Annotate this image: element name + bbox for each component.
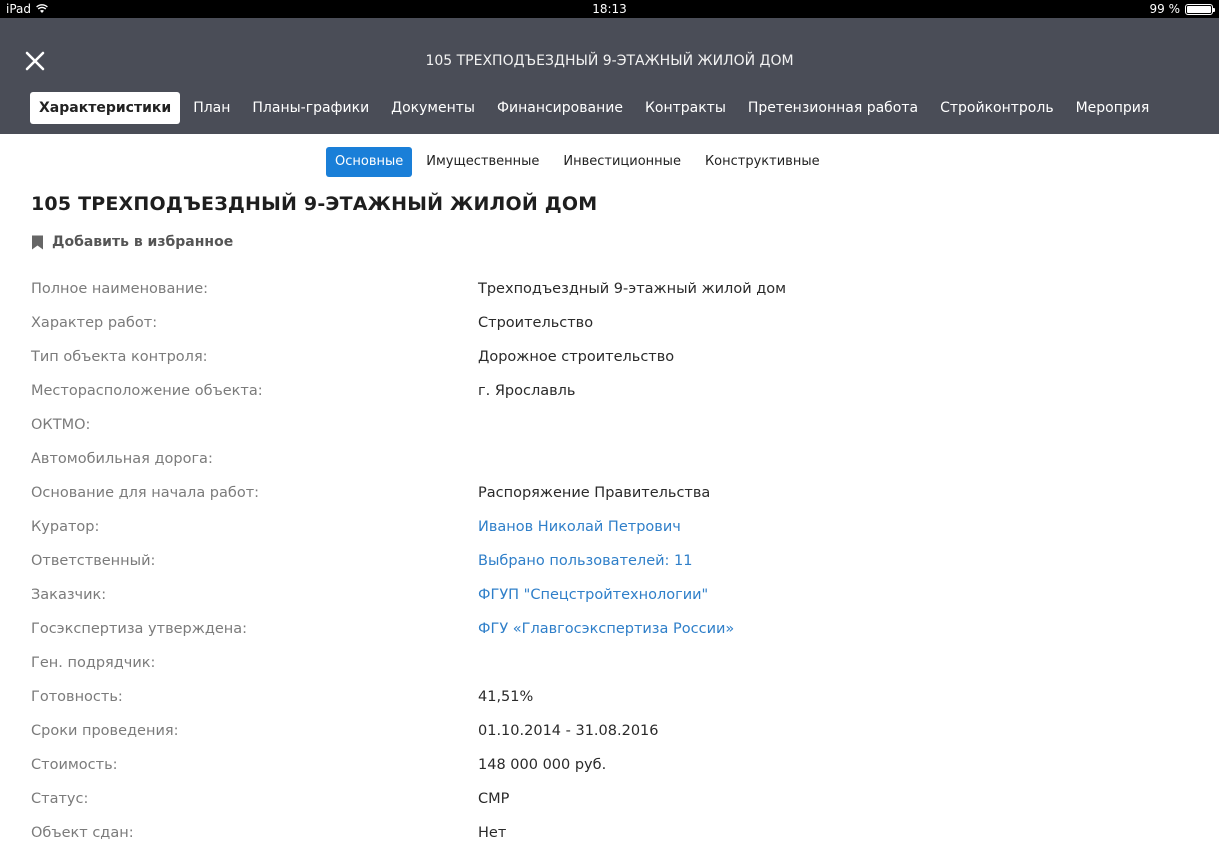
property-value: СМР bbox=[478, 791, 510, 807]
tab-financing[interactable]: Финансирование bbox=[486, 92, 634, 124]
tab-construction-control[interactable]: Стройконтроль bbox=[929, 92, 1064, 124]
property-row: Полное наименование: Трехподъездный 9-эт… bbox=[31, 272, 1191, 306]
property-value: Распоряжение Правительства bbox=[478, 485, 711, 501]
battery-icon bbox=[1185, 3, 1215, 15]
property-row: Основание для начала работ: Распоряжение… bbox=[31, 476, 1191, 510]
property-row: Ген. подрядчик: bbox=[31, 646, 1191, 680]
add-to-favorites-label: Добавить в избранное bbox=[52, 234, 234, 250]
property-row: ОКТМО: bbox=[31, 408, 1191, 442]
property-label: Тип объекта контроля: bbox=[31, 349, 208, 365]
tab-documents[interactable]: Документы bbox=[380, 92, 486, 124]
property-value: Трехподъездный 9-этажный жилой дом bbox=[478, 281, 787, 297]
subtab-investment[interactable]: Инвестиционные bbox=[551, 147, 693, 177]
bookmark-icon bbox=[32, 235, 43, 249]
page-title: 105 ТРЕХПОДЪЕЗДНЫЙ 9-ЭТАЖНЫЙ ЖИЛОЙ ДОМ bbox=[31, 193, 598, 215]
property-row: Сроки проведения: 01.10.2014 - 31.08.201… bbox=[31, 714, 1191, 748]
status-bar-right: 99 % bbox=[1149, 2, 1215, 16]
tab-events[interactable]: Мероприя bbox=[1065, 92, 1161, 124]
property-label: Сроки проведения: bbox=[31, 723, 179, 739]
tab-schedules[interactable]: Планы-графики bbox=[241, 92, 380, 124]
subtab-property[interactable]: Имущественные bbox=[414, 147, 551, 177]
property-value: 41,51% bbox=[478, 689, 534, 705]
property-row: Ответственный: Выбрано пользователей: 11 bbox=[31, 544, 1191, 578]
property-row: Статус: СМР bbox=[31, 782, 1191, 816]
tab-plan[interactable]: План bbox=[182, 92, 241, 124]
property-label: Ответственный: bbox=[31, 553, 156, 569]
status-bar: iPad 18:13 99 % bbox=[0, 0, 1219, 18]
status-time: 18:13 bbox=[592, 2, 627, 16]
property-label: Госэкспертиза утверждена: bbox=[31, 621, 248, 637]
property-row: Заказчик: ФГУП "Спецстройтехнологии" bbox=[31, 578, 1191, 612]
app-header: 105 ТРЕХПОДЪЕЗДНЫЙ 9-ЭТАЖНЫЙ ЖИЛОЙ ДОМ Х… bbox=[0, 18, 1219, 134]
property-label: Автомобильная дорога: bbox=[31, 451, 213, 467]
property-value: 148 000 000 руб. bbox=[478, 757, 607, 773]
property-label: Куратор: bbox=[31, 519, 100, 535]
properties-list: Полное наименование: Трехподъездный 9-эт… bbox=[31, 272, 1191, 850]
property-label: Характер работ: bbox=[31, 315, 158, 331]
tab-claims[interactable]: Претензионная работа bbox=[737, 92, 929, 124]
curator-link[interactable]: Иванов Николай Петрович bbox=[478, 519, 681, 535]
responsible-users-link[interactable]: Выбрано пользователей: 11 bbox=[478, 553, 693, 569]
subtab-main[interactable]: Основные bbox=[326, 147, 413, 177]
property-label: Статус: bbox=[31, 791, 89, 807]
property-label: Заказчик: bbox=[31, 587, 107, 603]
property-value: Строительство bbox=[478, 315, 594, 331]
property-label: Ген. подрядчик: bbox=[31, 655, 156, 671]
property-label: Объект сдан: bbox=[31, 825, 134, 841]
property-row: Госэкспертиза утверждена: ФГУ «Главгосэк… bbox=[31, 612, 1191, 646]
property-label: Месторасположение объекта: bbox=[31, 383, 263, 399]
battery-percent: 99 % bbox=[1149, 2, 1181, 16]
tab-characteristics[interactable]: Характеристики bbox=[30, 92, 181, 124]
property-label: Стоимость: bbox=[31, 757, 118, 773]
subtab-structural[interactable]: Конструктивные bbox=[693, 147, 832, 177]
property-label: ОКТМО: bbox=[31, 417, 91, 433]
tab-contracts[interactable]: Контракты bbox=[634, 92, 737, 124]
property-row: Месторасположение объекта: г. Ярославль bbox=[31, 374, 1191, 408]
header-title: 105 ТРЕХПОДЪЕЗДНЫЙ 9-ЭТАЖНЫЙ ЖИЛОЙ ДОМ bbox=[425, 53, 794, 69]
property-label: Готовность: bbox=[31, 689, 123, 705]
property-row: Готовность: 41,51% bbox=[31, 680, 1191, 714]
property-row: Автомобильная дорога: bbox=[31, 442, 1191, 476]
sub-tabs: Основные Имущественные Инвестиционные Ко… bbox=[326, 147, 832, 177]
property-row: Куратор: Иванов Николай Петрович bbox=[31, 510, 1191, 544]
property-value: Дорожное строительство bbox=[478, 349, 675, 365]
property-value: г. Ярославль bbox=[478, 383, 576, 399]
property-label: Основание для начала работ: bbox=[31, 485, 260, 501]
property-row: Тип объекта контроля: Дорожное строитель… bbox=[31, 340, 1191, 374]
property-row: Стоимость: 148 000 000 руб. bbox=[31, 748, 1191, 782]
state-expertise-link[interactable]: ФГУ «Главгосэкспертиза России» bbox=[478, 621, 734, 637]
property-row: Объект сдан: Нет bbox=[31, 816, 1191, 850]
property-row: Характер работ: Строительство bbox=[31, 306, 1191, 340]
add-to-favorites-button[interactable]: Добавить в избранное bbox=[31, 234, 233, 250]
main-tabs: Характеристики План Планы-графики Докуме… bbox=[30, 92, 1160, 124]
property-value: Нет bbox=[478, 825, 507, 841]
property-label: Полное наименование: bbox=[31, 281, 209, 297]
customer-link[interactable]: ФГУП "Спецстройтехнологии" bbox=[478, 587, 708, 603]
property-value: 01.10.2014 - 31.08.2016 bbox=[478, 723, 659, 739]
